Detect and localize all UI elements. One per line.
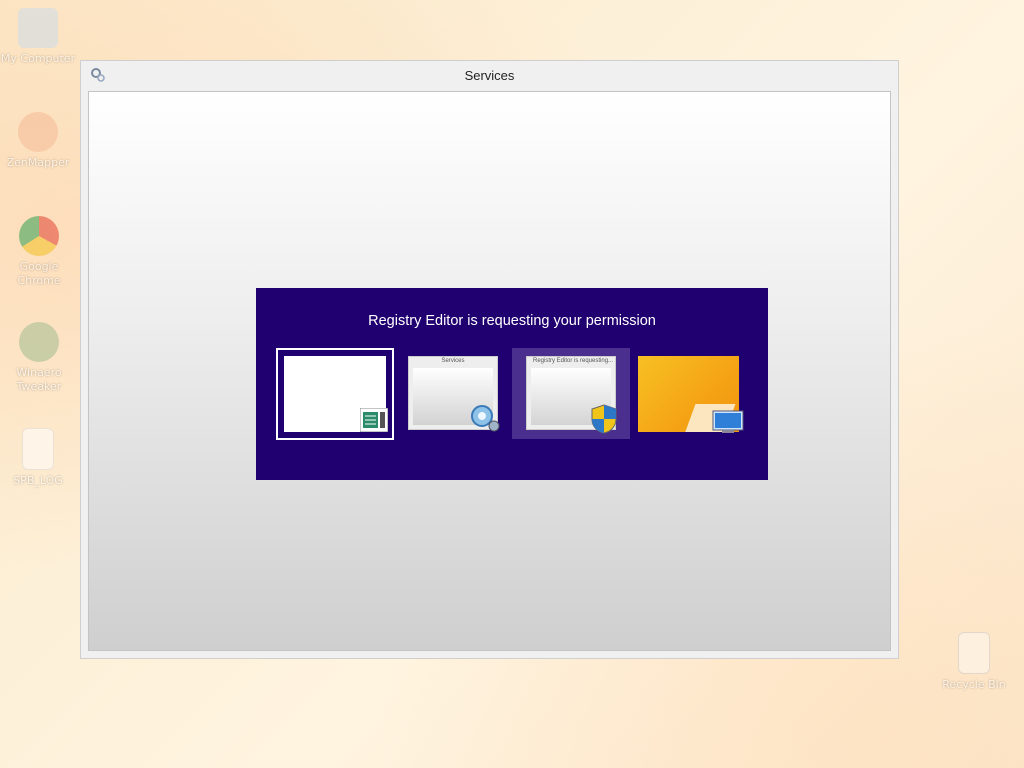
- desktop-icon-my-computer[interactable]: My Computer: [0, 8, 76, 66]
- desktop-icon-winaero-tweaker[interactable]: Winaero Tweaker: [0, 322, 78, 394]
- tweaker-icon: [19, 322, 59, 362]
- gear-icon: [471, 405, 500, 432]
- computer-icon: [18, 8, 58, 48]
- desktop-icon-google-chrome[interactable]: Google Chrome: [0, 216, 78, 288]
- switcher-item-registry-editor[interactable]: Registry Editor is requesting...: [512, 348, 630, 439]
- recycle-bin-icon: [958, 632, 990, 674]
- file-icon: [22, 428, 54, 470]
- switcher-item-blank-window[interactable]: [276, 348, 394, 440]
- title-bar[interactable]: Services: [81, 61, 898, 91]
- switcher-item-services-window[interactable]: Services: [406, 354, 500, 432]
- switcher-item-desktop[interactable]: [638, 356, 744, 433]
- switcher-title: Registry Editor is requesting your permi…: [368, 313, 656, 329]
- notepad-icon: [360, 408, 388, 432]
- chrome-icon: [19, 216, 59, 256]
- app-shortcut-icon: [18, 112, 58, 152]
- task-switcher: Registry Editor is requesting your permi…: [256, 288, 768, 480]
- desktop-icon-zenmapper[interactable]: ZenMapper: [0, 112, 76, 170]
- desktop-icon-recycle-bin[interactable]: Recycle Bin: [936, 632, 1012, 692]
- desktop-icon-spb-log[interactable]: SPB_LOG: [0, 428, 76, 488]
- desktop-monitor-icon: [712, 410, 744, 433]
- uac-shield-icon: [591, 404, 617, 434]
- window-title: Services: [464, 68, 515, 83]
